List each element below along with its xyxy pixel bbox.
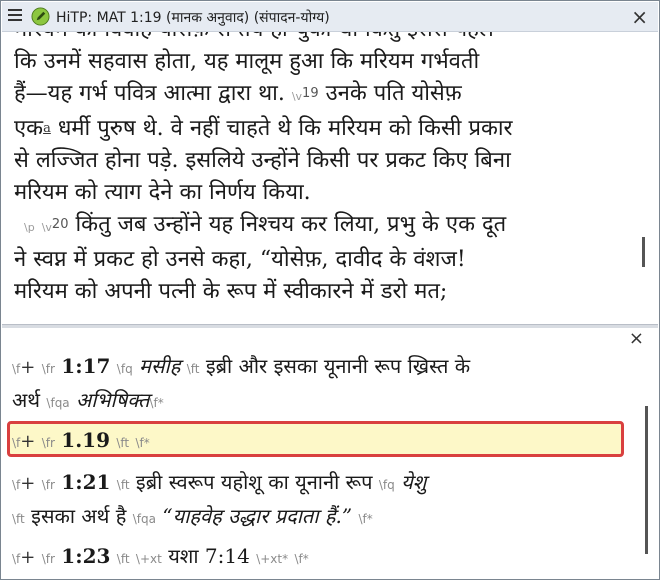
footnotes-pane[interactable]: × \f+ \fr 1:17 \fq मसीह \ft इब्री और इसक… (2, 328, 658, 578)
editor-window: HiTP: MAT 1:19 (मानक अनुवाद) (संपादन-योग… (0, 0, 660, 580)
text-line: ने स्वप्न में प्रकट हो उनसे कहा, “योसेफ़… (14, 247, 466, 272)
title-bar: HiTP: MAT 1:19 (मानक अनुवाद) (संपादन-योग… (2, 2, 658, 32)
text-line: मरियम को त्याग देने का निर्णय किया. (14, 180, 311, 205)
text-line: \p \v20 किंतु जब उन्होंने यह निश्चय कर ल… (24, 212, 507, 237)
text-line: कि उनमें सहवास होता, यह मालूम हुआ कि मरि… (14, 49, 480, 74)
verse-marker: \v (41, 221, 52, 234)
text-line: मरियम को अपनी पत्नी के रूप में स्वीकारने… (14, 279, 448, 304)
footnote-item-continued[interactable]: \ft इसका अर्थ है \fqa “याहवेह उद्धार प्र… (12, 500, 612, 535)
hamburger-menu-icon[interactable] (8, 9, 22, 23)
close-window-icon[interactable]: × (631, 5, 648, 29)
scripture-editor-pane[interactable]: मरियम का विवाह योसेफ़ से तय हो चुका था क… (2, 32, 640, 324)
notes-scrollbar[interactable] (645, 406, 648, 554)
text-line: से लज्जित होना पड़े. इसलिये उन्होंने किस… (14, 148, 511, 173)
editor-scrollbar[interactable] (642, 237, 645, 267)
edit-pencil-icon[interactable] (31, 7, 50, 26)
scripture-text[interactable]: मरियम का विवाह योसेफ़ से तय हो चुका था क… (14, 32, 634, 308)
text-line: हैं—यह गर्भ पवित्र आत्मा द्वारा था. \v19… (14, 81, 462, 106)
paragraph-marker: \p (24, 221, 35, 234)
footnote-item[interactable]: \f+ \fr 1:21 \ft इब्री स्वरूप यहोशू का य… (12, 466, 612, 501)
verse-number: 20 (51, 217, 69, 232)
footnote-caller[interactable]: a (43, 121, 51, 136)
close-notes-icon[interactable]: × (629, 328, 644, 349)
footnote-item[interactable]: \f+ \fr 1:17 \fq मसीह \ft इब्री और इसका … (12, 350, 612, 385)
verse-marker: \v (291, 90, 303, 103)
footnote-item-selected[interactable]: \f+ \fr 1.19 \ft \f* (12, 424, 612, 459)
verse-number: 19 (302, 86, 319, 101)
text-line: मरियम का विवाह योसेफ़ से तय हो चुका था क… (14, 32, 634, 46)
text-line: एकa धर्मी पुरुष थे. वे नहीं चाहते थे कि … (14, 116, 513, 141)
footnote-item[interactable]: \f+ \fr 1:23 \ft \+xt यशा 7:14 \+xt* \f* (12, 540, 612, 575)
window-title: HiTP: MAT 1:19 (मानक अनुवाद) (संपादन-योग… (56, 10, 330, 26)
footnote-item-continued[interactable]: अर्थ \fqa अभिषिक्त\f* (12, 384, 612, 419)
